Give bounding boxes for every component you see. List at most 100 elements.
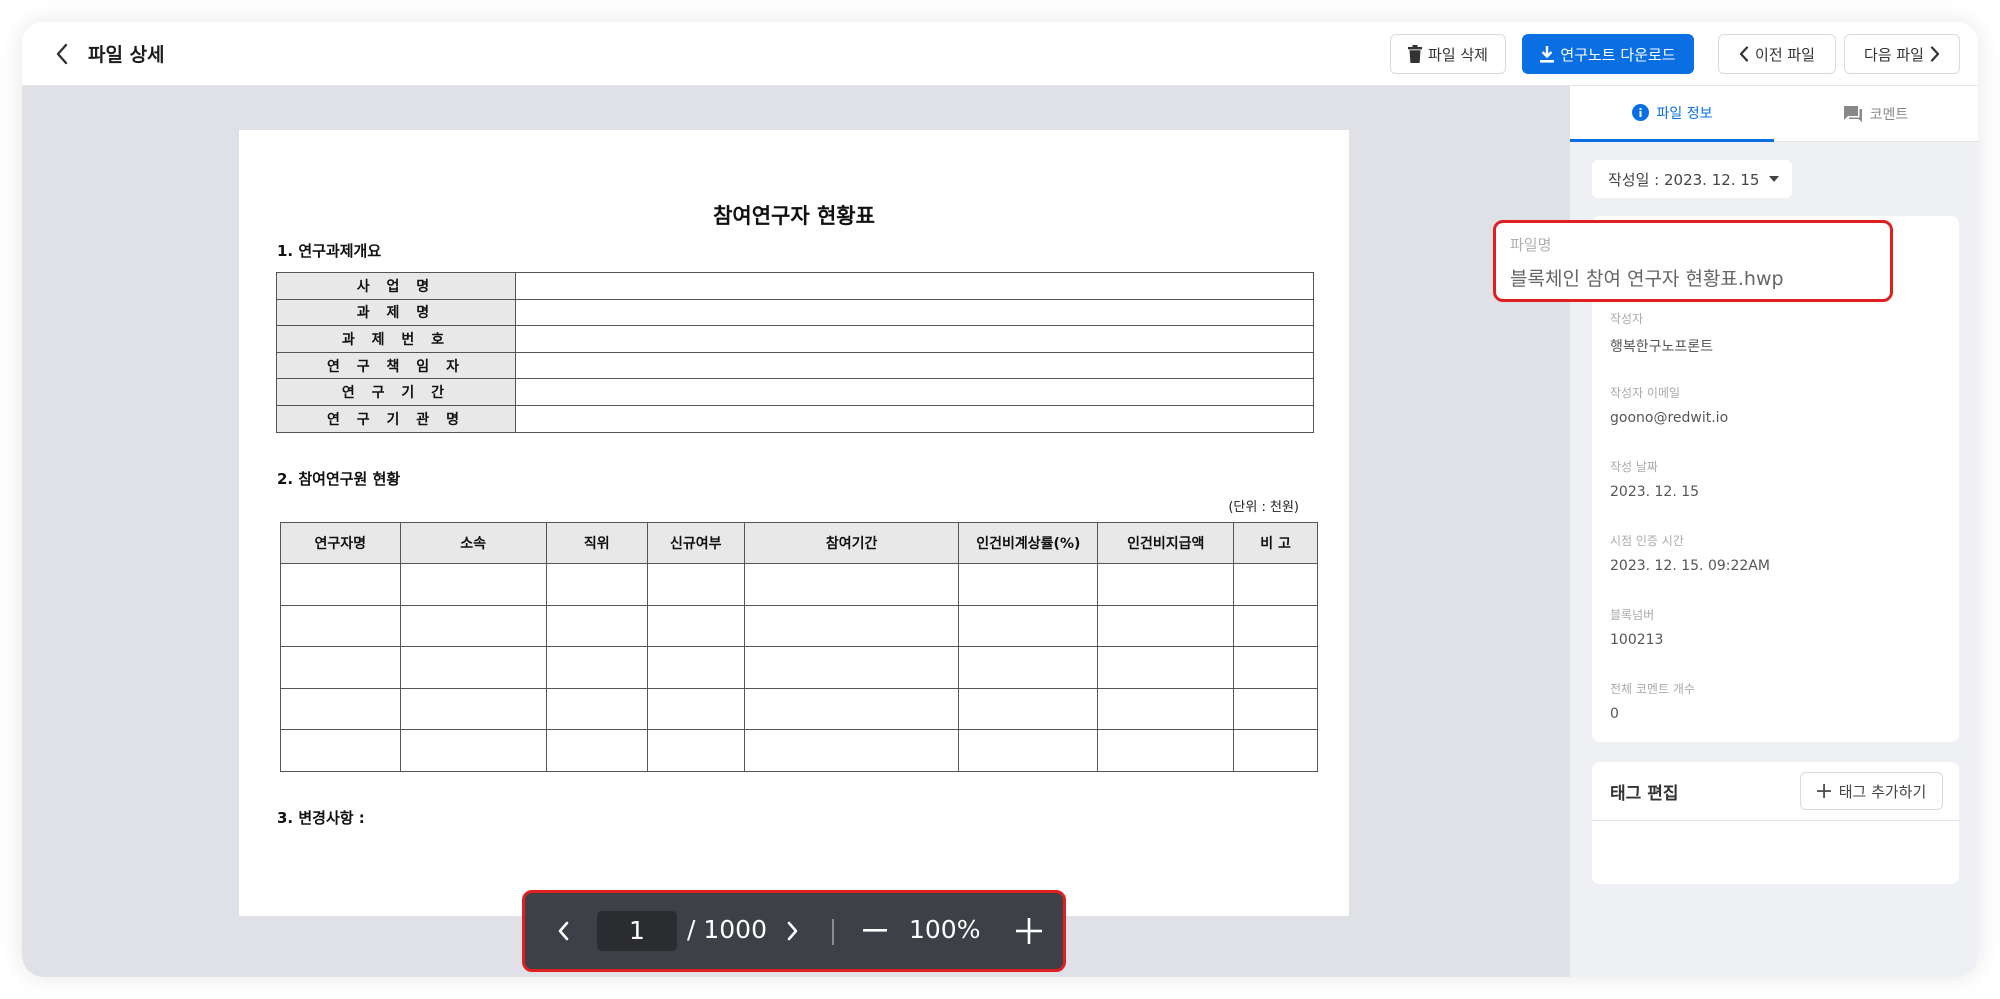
caret-down-icon xyxy=(1769,176,1780,182)
document-viewer[interactable]: 참여연구자 현황표 1. 연구과제개요 사 업 명 과 제 명 과 제 번 호 … xyxy=(22,86,1570,977)
column-header: 참여기간 xyxy=(743,522,960,564)
timestamp-value: 2023. 12. 15. 09:22AM xyxy=(1610,558,1770,574)
sidebar-tabs: 파일 정보 코멘트 xyxy=(1570,86,1978,142)
trash-icon xyxy=(1408,45,1423,63)
delete-file-button[interactable]: 파일 삭제 xyxy=(1390,34,1506,74)
table-row xyxy=(280,646,1318,689)
comment-count-label: 전체 코멘트 개수 xyxy=(1610,682,1695,696)
minus-icon xyxy=(863,929,887,932)
comment-icon xyxy=(1843,106,1862,122)
created-date-value: 작성일 : 2023. 12. 15 xyxy=(1608,170,1760,189)
download-note-button[interactable]: 연구노트 다운로드 xyxy=(1522,34,1694,74)
block-number-label: 블록넘버 xyxy=(1610,608,1655,622)
top-bar: 파일 상세 파일 삭제 연구노트 다운로드 이전 파일 다음 파일 xyxy=(22,22,1978,86)
plus-icon xyxy=(1816,784,1831,798)
table-cell xyxy=(515,404,1314,433)
page-title: 파일 상세 xyxy=(88,44,165,66)
created-date-field-value: 2023. 12. 15 xyxy=(1610,484,1700,500)
document-title: 참여연구자 현황표 xyxy=(713,204,875,228)
column-header: 직위 xyxy=(545,522,648,564)
table-row: 과 제 번 호 xyxy=(276,325,1314,353)
researchers-table: 연구자명 소속 직위 신규여부 참여기간 인건비계상률(%) 인건비지급액 비 … xyxy=(280,522,1318,772)
chevron-right-icon xyxy=(1930,46,1940,62)
page-navigation-toolbar: 1 / 1000 100% xyxy=(522,890,1066,972)
next-file-button[interactable]: 다음 파일 xyxy=(1844,34,1960,74)
table-row: 연 구 책 임 자 xyxy=(276,351,1314,380)
table-cell-label: 과 제 명 xyxy=(276,298,516,327)
table-row: 연 구 기 관 명 xyxy=(276,404,1314,433)
tab-file-info[interactable]: 파일 정보 xyxy=(1570,86,1774,142)
table-cell xyxy=(515,378,1314,406)
table-cell-label: 과 제 번 호 xyxy=(276,325,516,353)
prev-file-label: 이전 파일 xyxy=(1755,45,1815,64)
created-date-label: 작성 날짜 xyxy=(1610,460,1658,474)
table-cell xyxy=(515,298,1314,327)
chevron-right-icon xyxy=(787,921,798,941)
zoom-out-button[interactable] xyxy=(855,911,895,951)
filename-field: 파일명 블록체인 참여 연구자 현황표.hwp xyxy=(1493,220,1893,302)
prev-file-button[interactable]: 이전 파일 xyxy=(1718,34,1836,74)
page-total: / 1000 xyxy=(687,915,767,944)
author-label: 작성자 xyxy=(1610,312,1644,326)
prev-page-button[interactable] xyxy=(543,911,583,951)
tab-comment-label: 코멘트 xyxy=(1869,107,1909,123)
created-date-dropdown[interactable]: 작성일 : 2023. 12. 15 xyxy=(1592,160,1792,198)
chevron-left-icon xyxy=(558,921,569,941)
back-button[interactable] xyxy=(44,36,80,72)
add-tag-button[interactable]: 태그 추가하기 xyxy=(1800,772,1943,810)
block-number-value: 100213 xyxy=(1610,632,1664,648)
download-note-label: 연구노트 다운로드 xyxy=(1560,45,1676,64)
filename-value: 블록체인 참여 연구자 현황표.hwp xyxy=(1510,268,1784,290)
toolbar-divider xyxy=(832,919,834,945)
timestamp-label: 시점 인증 시간 xyxy=(1610,534,1684,548)
tag-edit-title: 태그 편집 xyxy=(1610,784,1679,804)
column-header: 연구자명 xyxy=(280,522,401,564)
table-header-row: 연구자명 소속 직위 신규여부 참여기간 인건비계상률(%) 인건비지급액 비 … xyxy=(280,522,1318,564)
table-row: 사 업 명 xyxy=(276,272,1314,300)
section-title-overview: 1. 연구과제개요 xyxy=(277,242,382,260)
next-page-button[interactable] xyxy=(773,911,813,951)
column-header: 인건비지급액 xyxy=(1097,522,1235,564)
table-cell xyxy=(515,351,1314,380)
author-email-label: 작성자 이메일 xyxy=(1610,386,1681,400)
section-title-researchers: 2. 참여연구원 현황 xyxy=(277,470,401,488)
tab-comment[interactable]: 코멘트 xyxy=(1774,86,1978,142)
column-header: 인건비계상률(%) xyxy=(958,522,1099,564)
unit-label: (단위 : 천원) xyxy=(1228,500,1299,515)
table-row xyxy=(280,563,1318,606)
divider xyxy=(1592,820,1959,821)
add-tag-label: 태그 추가하기 xyxy=(1838,782,1927,801)
tag-edit-card: 태그 편집 태그 추가하기 xyxy=(1592,762,1959,884)
delete-file-label: 파일 삭제 xyxy=(1428,45,1488,64)
table-cell-label: 사 업 명 xyxy=(276,272,516,300)
table-cell xyxy=(515,272,1314,300)
comment-count-value: 0 xyxy=(1610,706,1619,722)
page-number-input[interactable]: 1 xyxy=(597,911,677,951)
table-row xyxy=(280,687,1318,731)
tab-file-info-label: 파일 정보 xyxy=(1656,105,1713,122)
table-cell xyxy=(515,325,1314,353)
overview-table: 사 업 명 과 제 명 과 제 번 호 연 구 책 임 자 연 구 기 간 연 … xyxy=(276,272,1314,433)
zoom-level: 100% xyxy=(909,915,981,944)
filename-label: 파일명 xyxy=(1510,236,1552,254)
chevron-left-icon xyxy=(1739,46,1749,62)
table-cell-label: 연 구 기 관 명 xyxy=(276,404,516,433)
table-row: 과 제 명 xyxy=(276,298,1314,327)
table-cell-label: 연 구 기 간 xyxy=(276,378,516,406)
document-page: 참여연구자 현황표 1. 연구과제개요 사 업 명 과 제 명 과 제 번 호 … xyxy=(239,130,1349,916)
app-window: 파일 상세 파일 삭제 연구노트 다운로드 이전 파일 다음 파일 참여연구자 … xyxy=(22,22,1978,977)
author-value: 행복한구노프론트 xyxy=(1610,339,1714,355)
column-header: 비 고 xyxy=(1233,522,1318,564)
section-title-changes: 3. 변경사항 : xyxy=(277,809,365,827)
download-icon xyxy=(1540,45,1555,63)
info-icon xyxy=(1631,104,1649,121)
zoom-in-button[interactable] xyxy=(1009,911,1049,951)
table-row xyxy=(280,604,1318,648)
table-row: 연 구 기 간 xyxy=(276,378,1314,406)
column-header: 소속 xyxy=(399,522,547,564)
table-row xyxy=(280,729,1318,772)
table-cell-label: 연 구 책 임 자 xyxy=(276,351,516,380)
author-email-value: goono@redwit.io xyxy=(1610,410,1729,426)
column-header: 신규여부 xyxy=(646,522,745,564)
chevron-left-icon xyxy=(56,43,68,65)
